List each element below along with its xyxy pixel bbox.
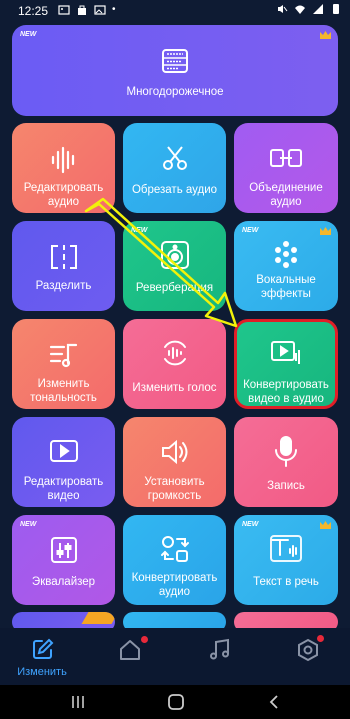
convert-audio-icon xyxy=(160,536,189,562)
home-icon xyxy=(120,640,140,660)
notification-dot xyxy=(141,636,148,643)
card-merge-audio[interactable]: Объединение аудио xyxy=(234,123,338,213)
crown-icon xyxy=(320,227,331,235)
scissors-icon xyxy=(162,146,187,170)
card-label: Объединение аудио xyxy=(249,182,323,208)
card-text-to-speech[interactable]: NEW Текст в речь xyxy=(234,515,338,605)
card-label: Эквалайзер xyxy=(31,576,96,588)
microphone-icon xyxy=(275,436,297,467)
card-video-to-audio[interactable]: Конвертировать видео в аудио xyxy=(234,319,338,409)
battery-icon xyxy=(333,4,339,14)
card-pitch[interactable]: Изменить тональность xyxy=(12,319,115,409)
wifi-icon xyxy=(295,5,305,14)
new-badge: NEW xyxy=(20,31,37,38)
card-label: Обрезать аудио xyxy=(131,184,218,196)
card-vocal-effects[interactable]: NEW Вокальные эффекты xyxy=(234,221,338,311)
back-icon[interactable] xyxy=(266,694,282,710)
pitch-icon xyxy=(49,343,77,368)
split-icon xyxy=(50,245,77,269)
card-edit-audio[interactable]: Редактировать аудио xyxy=(12,123,115,213)
new-badge: NEW xyxy=(242,227,259,234)
card-multitrack[interactable]: NEW Многодорожечное xyxy=(12,25,338,116)
card-label: Текст в речь xyxy=(253,576,319,588)
nav-home[interactable] xyxy=(118,636,148,664)
recents-icon[interactable] xyxy=(70,694,86,710)
card-label: Редактировать видео xyxy=(23,476,104,502)
settings-icon xyxy=(298,638,318,662)
card-label: Конвертировать аудио xyxy=(131,572,218,598)
card-split[interactable]: Разделить xyxy=(12,221,115,311)
new-badge: NEW xyxy=(242,521,259,528)
card-record[interactable]: Запись xyxy=(234,417,338,507)
photo-icon xyxy=(94,5,106,15)
video-to-audio-icon xyxy=(271,341,300,364)
status-bar: 12:25 • xyxy=(0,0,350,22)
card-label: Реверберация xyxy=(135,282,214,294)
card-convert-audio[interactable]: Конвертировать аудио xyxy=(123,515,226,605)
card-voice-change[interactable]: Изменить голос xyxy=(123,319,226,409)
card-label: Запись xyxy=(267,480,305,492)
new-badge: NEW xyxy=(131,227,148,234)
mute-icon xyxy=(278,5,288,13)
card-reverb[interactable]: NEW Реверберация xyxy=(123,221,226,311)
card-edit-video[interactable]: Редактировать видео xyxy=(12,417,115,507)
card-label: Разделить xyxy=(35,280,92,292)
corner-ribbon xyxy=(81,612,115,624)
image-icon xyxy=(58,5,70,15)
play-video-icon xyxy=(49,440,78,462)
card-label: Многодорожечное xyxy=(126,86,224,98)
reverb-icon xyxy=(160,241,189,269)
new-badge: NEW xyxy=(20,521,37,528)
signal-icon xyxy=(313,4,323,14)
bottom-nav: Изменить xyxy=(0,628,350,685)
card-label: Редактировать аудио xyxy=(23,182,104,208)
merge-icon xyxy=(270,149,302,167)
nav-settings[interactable] xyxy=(296,635,324,664)
card-label: Изменить голос xyxy=(132,382,217,394)
card-trim-audio[interactable]: Обрезать аудио xyxy=(123,123,226,213)
card-equalizer[interactable]: NEW Эквалайзер xyxy=(12,515,115,605)
card-label: Вокальные эффекты xyxy=(256,274,316,300)
multitrack-icon xyxy=(162,49,188,73)
card-volume[interactable]: Установить громкость xyxy=(123,417,226,507)
system-nav-bar xyxy=(0,685,350,719)
card-label: Установить громкость xyxy=(144,476,205,502)
waveform-icon xyxy=(51,146,74,174)
vocal-effects-icon xyxy=(275,241,297,268)
status-time: 12:25 xyxy=(18,4,49,18)
music-icon xyxy=(210,638,229,660)
card-label: Изменить тональность xyxy=(30,378,97,404)
nav-edit[interactable]: Изменить xyxy=(7,638,77,682)
voice-change-icon xyxy=(163,340,186,366)
crown-icon xyxy=(320,31,331,39)
crown-icon xyxy=(320,521,331,529)
nav-edit-label: Изменить xyxy=(17,666,67,678)
card-label: Конвертировать видео в аудио xyxy=(243,379,329,405)
more-dots-icon: • xyxy=(112,4,116,15)
edit-icon xyxy=(33,638,54,659)
bag-icon xyxy=(78,5,86,15)
volume-icon xyxy=(161,439,187,465)
equalizer-icon xyxy=(50,537,77,563)
text-to-speech-icon xyxy=(270,535,302,562)
home-button-icon[interactable] xyxy=(167,693,185,711)
notification-dot xyxy=(317,635,324,642)
nav-music[interactable] xyxy=(208,638,234,664)
